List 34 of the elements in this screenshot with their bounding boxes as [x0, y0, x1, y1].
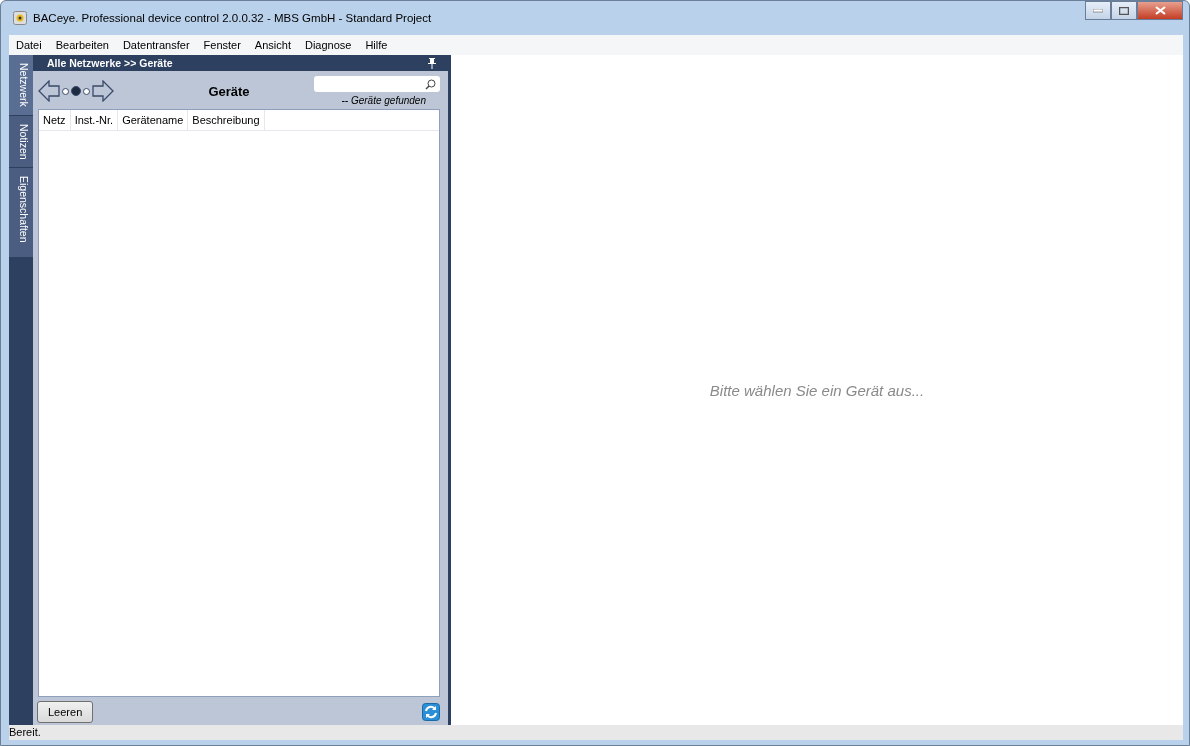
side-tab[interactable]: Netzwerk [9, 55, 33, 116]
minimize-button[interactable] [1085, 1, 1111, 20]
forward-arrow-icon[interactable] [92, 80, 114, 102]
status-text: Bereit. [9, 726, 41, 738]
menu-item[interactable]: Datei [9, 39, 49, 51]
app-icon [13, 11, 27, 25]
menu-item[interactable]: Bearbeiten [48, 39, 116, 51]
maximize-icon [1119, 6, 1129, 15]
menu-item[interactable]: Fenster [196, 39, 248, 51]
search-field[interactable] [314, 76, 440, 92]
column-header[interactable]: Netz [39, 110, 71, 130]
pin-icon[interactable] [428, 57, 436, 69]
menu-item[interactable]: Hilfe [358, 39, 395, 51]
panel-title: Geräte [207, 83, 251, 99]
column-header[interactable]: Beschreibung [188, 110, 265, 130]
back-arrow-icon[interactable] [38, 80, 60, 102]
menu-item[interactable]: Ansicht [247, 39, 298, 51]
breadcrumb: Alle Netzwerke >> Geräte [47, 57, 173, 69]
column-header[interactable]: Inst.-Nr. [70, 110, 119, 130]
refresh-icon[interactable] [422, 703, 440, 721]
close-button[interactable] [1137, 1, 1183, 20]
menu-item[interactable]: Diagnose [297, 39, 359, 51]
column-header[interactable]: Gerätename [118, 110, 189, 130]
maximize-button[interactable] [1111, 1, 1137, 20]
menu-item[interactable]: Datentransfer [115, 39, 197, 51]
search-icon [425, 78, 436, 90]
empty-message: Bitte wählen Sie ein Gerät aus... [709, 381, 925, 399]
window-title: BACeye. Professional device control 2.0.0.32 - MBS GmbH - Standard Project [33, 12, 433, 24]
side-tab[interactable]: Notizen [9, 115, 33, 169]
minimize-icon [1093, 8, 1103, 13]
close-icon [1154, 6, 1166, 15]
side-tab[interactable]: Eigenschaften [9, 168, 33, 258]
clear-button[interactable]: Leeren [37, 701, 94, 723]
devices-found-text: -- Geräte gefunden [341, 95, 427, 106]
